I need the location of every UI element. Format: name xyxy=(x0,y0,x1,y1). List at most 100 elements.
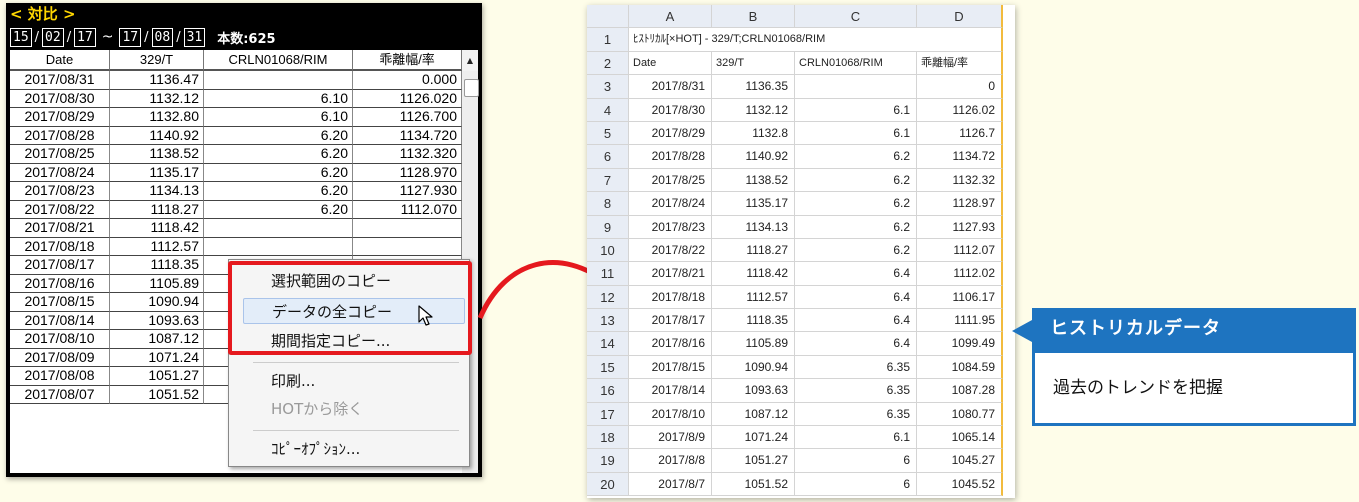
sheet-cell[interactable]: 2017/8/25 xyxy=(629,168,712,193)
sheet-cell[interactable]: 6.2 xyxy=(795,215,917,239)
sheet-cell[interactable]: 2017/8/28 xyxy=(629,145,712,169)
sheet-cell[interactable]: 1140.92 xyxy=(712,145,795,169)
sheet-cell[interactable]: 1105.89 xyxy=(712,332,795,356)
row-number[interactable]: 15 xyxy=(587,355,629,380)
sheet-cell[interactable]: 1132.12 xyxy=(712,98,795,122)
sheet-cell[interactable]: 1087.12 xyxy=(712,402,795,427)
sheet-cell[interactable]: 2017/8/22 xyxy=(629,238,712,263)
sheet-cell[interactable]: 2017/8/29 xyxy=(629,121,712,146)
sheet-cell[interactable]: 1087.28 xyxy=(917,379,1003,403)
row-number[interactable]: 20 xyxy=(587,472,629,497)
sheet-cell[interactable]: 2017/8/15 xyxy=(629,355,712,380)
sheet-cell[interactable]: 1071.24 xyxy=(712,426,795,450)
sheet-cell[interactable]: 6.1 xyxy=(795,98,917,122)
sheet-cell[interactable]: 2017/8/14 xyxy=(629,379,712,403)
sheet-cell[interactable]: 2017/8/10 xyxy=(629,402,712,427)
row-number[interactable]: 10 xyxy=(587,238,629,263)
sheet-cell[interactable]: 1112.07 xyxy=(917,238,1003,263)
row-number[interactable]: 3 xyxy=(587,75,629,99)
sheet-cell[interactable]: 1111.95 xyxy=(917,309,1003,333)
sheet-cell[interactable]: 1118.42 xyxy=(712,262,795,286)
sheet-cell[interactable]: 6.1 xyxy=(795,121,917,146)
sheet-column-header[interactable]: D xyxy=(917,5,1003,29)
sheet-cell[interactable]: 2017/8/16 xyxy=(629,332,712,356)
sheet-cell[interactable]: 1127.93 xyxy=(917,215,1003,239)
row-number[interactable]: 17 xyxy=(587,402,629,427)
sheet-cell[interactable]: 6.4 xyxy=(795,262,917,286)
sheet-cell[interactable]: 1134.13 xyxy=(712,215,795,239)
sheet-cell[interactable]: 1065.14 xyxy=(917,426,1003,450)
sheet-cell[interactable]: 1090.94 xyxy=(712,355,795,380)
sheet-cell[interactable]: 1093.63 xyxy=(712,379,795,403)
sheet-cell[interactable]: 1118.27 xyxy=(712,238,795,263)
sheet-column-header[interactable]: A xyxy=(629,5,712,29)
sheet-cell[interactable]: 1051.52 xyxy=(712,472,795,497)
row-number[interactable]: 13 xyxy=(587,309,629,333)
sheet-cell[interactable]: 6.35 xyxy=(795,402,917,427)
sheet-cell[interactable]: 1084.59 xyxy=(917,355,1003,380)
sheet-cell[interactable]: 6.1 xyxy=(795,426,917,450)
sheet-cell[interactable]: 1099.49 xyxy=(917,332,1003,356)
sheet-cell[interactable]: 1126.7 xyxy=(917,121,1003,146)
sheet-cell[interactable]: 1118.35 xyxy=(712,309,795,333)
sheet-cell[interactable]: 1132.8 xyxy=(712,121,795,146)
row-number[interactable]: 12 xyxy=(587,285,629,310)
sheet-cell[interactable]: 6.2 xyxy=(795,145,917,169)
sheet-cell[interactable]: 1106.17 xyxy=(917,285,1003,310)
select-all-corner[interactable] xyxy=(587,5,629,29)
sheet-cell[interactable]: 2017/8/23 xyxy=(629,215,712,239)
sheet-cell[interactable]: 1112.02 xyxy=(917,262,1003,286)
sheet-cell[interactable]: 1134.72 xyxy=(917,145,1003,169)
sheet-cell[interactable]: 1126.02 xyxy=(917,98,1003,122)
sheet-cell[interactable]: 0 xyxy=(917,75,1003,99)
sheet-cell[interactable]: 2017/8/24 xyxy=(629,192,712,216)
sheet-cell[interactable]: 2017/8/18 xyxy=(629,285,712,310)
sheet-cell[interactable]: 1132.32 xyxy=(917,168,1003,193)
row-number[interactable]: 9 xyxy=(587,215,629,239)
sheet-column-header[interactable]: B xyxy=(712,5,795,29)
sheet-cell[interactable]: 1138.52 xyxy=(712,168,795,193)
row-number[interactable]: 14 xyxy=(587,332,629,356)
sheet-cell[interactable]: 6.35 xyxy=(795,379,917,403)
row-number[interactable]: 5 xyxy=(587,121,629,146)
sheet-cell[interactable]: 2017/8/31 xyxy=(629,75,712,99)
sheet-cell[interactable]: 6.4 xyxy=(795,285,917,310)
row-number[interactable]: 8 xyxy=(587,192,629,216)
sheet-cell[interactable]: 2017/8/7 xyxy=(629,472,712,497)
row-number[interactable]: 7 xyxy=(587,168,629,193)
sheet-cell[interactable]: 2017/8/17 xyxy=(629,309,712,333)
sheet-cell[interactable]: 6 xyxy=(795,449,917,473)
sheet-cell[interactable] xyxy=(795,75,917,99)
sheet-cell[interactable]: 2017/8/21 xyxy=(629,262,712,286)
sheet-cell[interactable]: 1135.17 xyxy=(712,192,795,216)
sheet-cell[interactable]: 1128.97 xyxy=(917,192,1003,216)
sheet-cell[interactable]: 1045.52 xyxy=(917,472,1003,497)
sheet-cell[interactable]: 6.4 xyxy=(795,309,917,333)
sheet-cell[interactable]: CRLN01068/RIM xyxy=(795,51,917,76)
sheet-cell[interactable]: 6.4 xyxy=(795,332,917,356)
sheet-cell[interactable]: 1045.27 xyxy=(917,449,1003,473)
sheet-title-cell[interactable]: ﾋｽﾄﾘｶﾙ[×HOT] - 329/T;CRLN01068/RIM xyxy=(629,28,1003,52)
row-number[interactable]: 1 xyxy=(587,28,629,52)
sheet-cell[interactable]: 6.2 xyxy=(795,168,917,193)
sheet-cell[interactable]: 1112.57 xyxy=(712,285,795,310)
sheet-cell[interactable]: 329/T xyxy=(712,51,795,76)
sheet-cell[interactable]: 6.35 xyxy=(795,355,917,380)
row-number[interactable]: 16 xyxy=(587,379,629,403)
sheet-cell[interactable]: 1080.77 xyxy=(917,402,1003,427)
sheet-column-header[interactable]: C xyxy=(795,5,917,29)
row-number[interactable]: 19 xyxy=(587,449,629,473)
sheet-cell[interactable]: 6.2 xyxy=(795,238,917,263)
sheet-cell[interactable]: 乖離幅/率 xyxy=(917,51,1003,76)
sheet-cell[interactable]: 6.2 xyxy=(795,192,917,216)
row-number[interactable]: 2 xyxy=(587,51,629,76)
sheet-cell[interactable]: 1051.27 xyxy=(712,449,795,473)
row-number[interactable]: 6 xyxy=(587,145,629,169)
row-number[interactable]: 11 xyxy=(587,262,629,286)
sheet-cell[interactable]: 1136.35 xyxy=(712,75,795,99)
sheet-cell[interactable]: 6 xyxy=(795,472,917,497)
sheet-cell[interactable]: Date xyxy=(629,51,712,76)
sheet-cell[interactable]: 2017/8/8 xyxy=(629,449,712,473)
sheet-cell[interactable]: 2017/8/30 xyxy=(629,98,712,122)
row-number[interactable]: 18 xyxy=(587,426,629,450)
